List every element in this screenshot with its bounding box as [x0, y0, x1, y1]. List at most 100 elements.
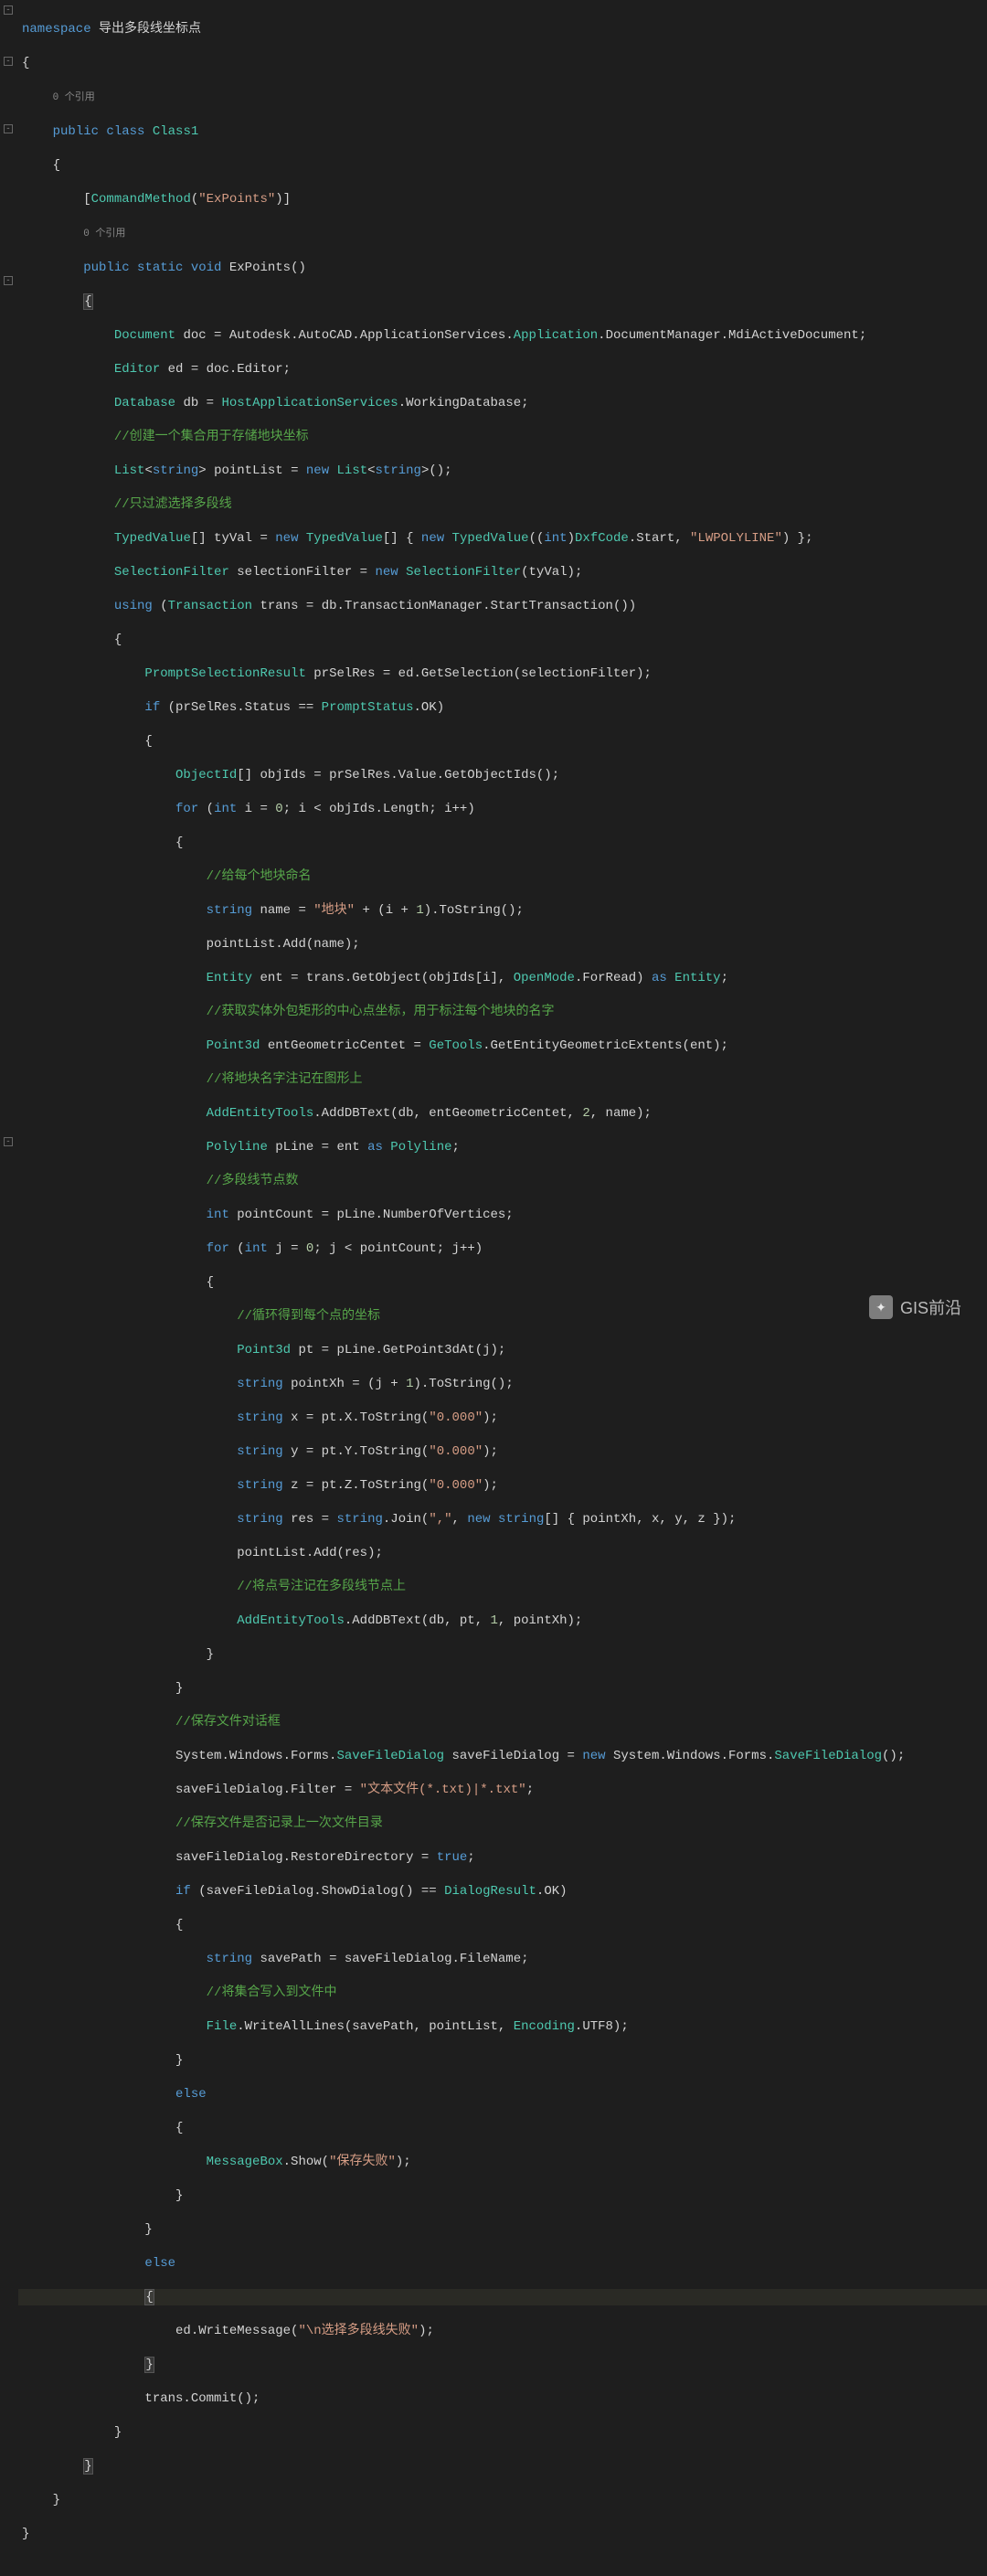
brace: }	[175, 1681, 183, 1696]
code-area[interactable]: namespace 导出多段线坐标点 { 0 个引用 public class …	[18, 0, 987, 1341]
kw: string	[207, 1952, 252, 1966]
p: ((	[529, 531, 545, 546]
keyword: class	[99, 124, 144, 139]
p: ;	[467, 1850, 474, 1865]
kw: using	[114, 599, 153, 613]
p: );	[419, 2324, 434, 2338]
brace: }	[114, 2425, 122, 2440]
string: "\n选择多段线失败"	[298, 2324, 419, 2338]
kw: int	[207, 1208, 229, 1222]
code: saveFileDialog.Filter =	[175, 1783, 360, 1797]
kw: new	[306, 463, 329, 478]
code: .GetEntityGeometricExtents(ent);	[483, 1038, 728, 1053]
brace: {	[175, 2121, 183, 2135]
code: ed.WriteMessage(	[175, 2324, 298, 2338]
collapse-icon[interactable]: -	[4, 1137, 13, 1146]
type: TypedValue	[298, 531, 382, 546]
keyword: void	[183, 261, 221, 275]
code: System.Windows.Forms.	[606, 1749, 775, 1763]
brace: }	[175, 2188, 183, 2203]
p: )	[568, 531, 575, 546]
class-name: Class1	[144, 124, 198, 139]
string: "0.000"	[429, 1478, 483, 1493]
kw: new	[467, 1512, 490, 1527]
kw: int	[214, 802, 237, 816]
code: x = pt.X.ToString(	[283, 1410, 430, 1425]
code: ent = trans.GetObject(objIds[i],	[252, 971, 514, 985]
type: DialogResult	[444, 1884, 536, 1899]
ns: AutoCAD	[298, 328, 352, 343]
brace: {	[83, 293, 92, 310]
brace: {	[114, 633, 122, 647]
attr: CommandMethod	[91, 192, 191, 207]
p: ;	[526, 1783, 534, 1797]
p: (	[229, 1241, 245, 1256]
kw: string	[237, 1377, 282, 1391]
code: .DocumentManager.MdiActiveDocument;	[598, 328, 866, 343]
punct: (	[191, 192, 198, 207]
comment: //将点号注记在多段线节点上	[237, 1580, 406, 1594]
collapse-icon[interactable]: -	[4, 57, 13, 66]
kw: string	[207, 903, 252, 918]
gutter[interactable]: - - - - -	[0, 0, 18, 1341]
kw: string	[153, 463, 198, 478]
type: Polyline	[207, 1140, 268, 1155]
code-editor[interactable]: - - - - - namespace 导出多段线坐标点 { 0 个引用 pub…	[0, 0, 987, 1341]
type: File	[207, 2019, 238, 2034]
type: Document	[114, 328, 175, 343]
reference-count[interactable]: 0 个引用	[83, 229, 125, 240]
comment: //给每个地块命名	[207, 869, 312, 884]
brace: {	[22, 55, 987, 72]
type: Encoding	[514, 2019, 575, 2034]
keyword: namespace	[22, 22, 91, 37]
comment: //创建一个集合用于存储地块坐标	[114, 430, 309, 444]
type: TypedValue	[114, 531, 191, 546]
punct: )]	[275, 192, 291, 207]
code: ).ToString();	[414, 1377, 514, 1391]
code: ).ToString();	[424, 903, 524, 918]
code: [] objIds = prSelRes.Value.GetObjectIds(…	[237, 768, 559, 782]
code: ; i < objIds.Length; i++)	[283, 802, 475, 816]
collapse-icon[interactable]: -	[4, 276, 13, 285]
kw: new	[376, 565, 398, 580]
code: y = pt.Y.ToString(	[283, 1444, 430, 1459]
code: (saveFileDialog.ShowDialog() ==	[191, 1884, 444, 1899]
type: PromptStatus	[322, 700, 414, 715]
kw: string	[376, 463, 421, 478]
num: 1	[491, 1613, 498, 1628]
watermark: ✦ GIS前沿	[869, 1295, 961, 1319]
code: + (i +	[355, 903, 416, 918]
collapse-icon[interactable]: -	[4, 124, 13, 133]
code: .UTF8);	[575, 2019, 629, 2034]
type: SelectionFilter	[398, 565, 521, 580]
code: .OK)	[536, 1884, 568, 1899]
p: );	[396, 2155, 411, 2169]
type: MessageBox	[207, 2155, 283, 2169]
num: 0	[275, 802, 282, 816]
type: Editor	[114, 362, 160, 377]
type: Point3d	[207, 1038, 260, 1053]
p: ,	[452, 1512, 468, 1527]
kw: as	[652, 971, 667, 985]
comment: //只过滤选择多段线	[114, 497, 232, 512]
comment: //循环得到每个点的坐标	[237, 1309, 380, 1324]
code: (tyVal);	[521, 565, 582, 580]
kw: else	[144, 2256, 175, 2271]
code: z = pt.Z.ToString(	[283, 1478, 430, 1493]
kw: if	[175, 1884, 191, 1899]
collapse-icon[interactable]: -	[4, 5, 13, 15]
p: <	[367, 463, 375, 478]
reference-count[interactable]: 0 个引用	[53, 92, 95, 103]
kw: for	[207, 1241, 229, 1256]
p: );	[483, 1444, 498, 1459]
type: List	[114, 463, 145, 478]
type: Entity	[667, 971, 721, 985]
code: ed = doc.Editor;	[160, 362, 291, 377]
p: (	[198, 802, 214, 816]
wechat-icon: ✦	[869, 1295, 893, 1319]
brace: {	[175, 836, 183, 850]
p: );	[483, 1478, 498, 1493]
ns-name: 导出多段线坐标点	[91, 22, 201, 37]
type: AddEntityTools	[237, 1613, 345, 1628]
code: .OK)	[414, 700, 445, 715]
